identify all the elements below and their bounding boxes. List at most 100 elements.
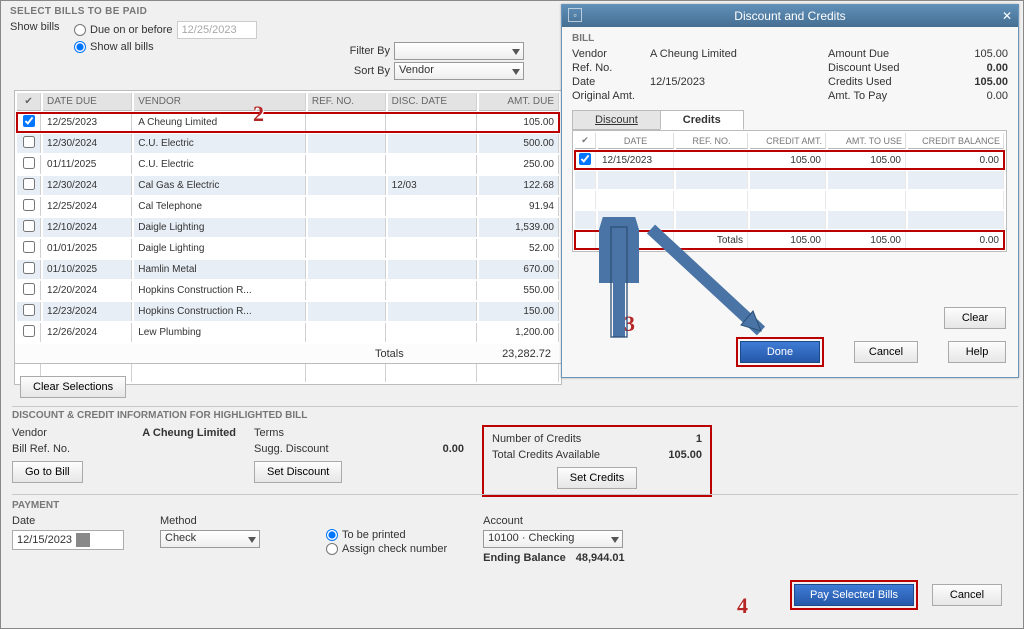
account-combo[interactable]: 10100 · Checking xyxy=(483,530,623,548)
bill-row-checkbox[interactable] xyxy=(23,283,35,295)
bill-row-checkbox[interactable] xyxy=(23,136,35,148)
bill-disc xyxy=(388,302,477,321)
show-all-bills-label: Show all bills xyxy=(90,41,154,53)
dlg-amttopay-label: Amt. To Pay xyxy=(828,90,887,102)
credit-date: 12/15/2023 xyxy=(598,151,674,169)
bill-disc xyxy=(388,197,477,216)
account-label: Account xyxy=(483,515,624,527)
divider xyxy=(12,406,1018,407)
bill-ref xyxy=(308,302,386,321)
table-row[interactable]: 12/25/2024Cal Telephone91.94 xyxy=(17,197,559,216)
calendar-icon[interactable] xyxy=(76,533,90,547)
bill-row-checkbox[interactable] xyxy=(23,325,35,337)
annotation-2: 2 xyxy=(253,101,264,127)
bill-vendor: Hamlin Metal xyxy=(134,260,306,279)
bill-vendor: Hopkins Construction R... xyxy=(134,281,306,300)
sugg-discount-value: 0.00 xyxy=(443,443,464,455)
table-row[interactable]: 12/30/2024C.U. Electric500.00 xyxy=(17,134,559,153)
cancel-button[interactable]: Cancel xyxy=(932,584,1002,606)
due-on-before-label: Due on or before xyxy=(90,24,173,36)
dlg-origamt-label: Original Amt. xyxy=(572,90,644,102)
dialog-done-button[interactable]: Done xyxy=(740,341,820,363)
pay-selected-bills-button[interactable]: Pay Selected Bills xyxy=(794,584,914,606)
to-be-printed-label: To be printed xyxy=(342,529,406,541)
num-credits-value: 1 xyxy=(696,433,702,445)
table-row xyxy=(575,191,1004,209)
table-row[interactable]: 01/10/2025Hamlin Metal670.00 xyxy=(17,260,559,279)
pay-date-input[interactable]: 12/15/2023 xyxy=(12,530,124,550)
table-row[interactable]: 12/26/2024Lew Plumbing1,200.00 xyxy=(17,323,559,342)
due-on-before-date[interactable] xyxy=(177,21,257,39)
bill-amt: 150.00 xyxy=(479,302,559,321)
dialog-clear-button[interactable]: Clear xyxy=(944,307,1006,329)
filter-by-combo[interactable] xyxy=(394,42,524,60)
credit-row-checkbox[interactable] xyxy=(579,153,591,165)
assign-check-radio[interactable] xyxy=(326,543,338,555)
show-bills-label: Show bills xyxy=(10,21,68,33)
to-be-printed-radio[interactable] xyxy=(326,529,338,541)
table-row[interactable]: 12/25/2023A Cheung Limited105.00 xyxy=(17,113,559,132)
set-discount-button[interactable]: Set Discount xyxy=(254,461,342,483)
bill-row-checkbox[interactable] xyxy=(23,304,35,316)
annotation-3: 3 xyxy=(624,311,635,337)
dlg-date-label: Date xyxy=(572,76,644,88)
dc-title: DISCOUNT & CREDIT INFORMATION FOR HIGHLI… xyxy=(12,410,1002,421)
tab-discount[interactable]: Discount xyxy=(572,110,661,130)
dialog-cancel-button[interactable]: Cancel xyxy=(854,341,918,363)
table-row[interactable]: 12/15/2023105.00105.000.00 xyxy=(575,151,1004,169)
tab-credits[interactable]: Credits xyxy=(660,110,744,130)
bill-disc: 12/03 xyxy=(388,176,477,195)
bill-row-checkbox[interactable] xyxy=(23,115,35,127)
dlg-amttopay-value: 0.00 xyxy=(987,90,1008,102)
table-row[interactable]: 01/11/2025C.U. Electric250.00 xyxy=(17,155,559,174)
ending-balance-label: Ending Balance xyxy=(483,552,566,564)
show-all-bills-radio[interactable] xyxy=(74,41,86,53)
dlg-discused-value: 0.00 xyxy=(987,62,1008,74)
bill-disc xyxy=(388,281,477,300)
dialog-titlebar[interactable]: ▫ Discount and Credits ✕ xyxy=(562,5,1018,27)
table-row[interactable]: 12/10/2024Daigle Lighting1,539.00 xyxy=(17,218,559,237)
bill-amt: 250.00 xyxy=(479,155,559,174)
due-on-before-radio[interactable] xyxy=(74,24,86,36)
table-row[interactable]: 12/23/2024Hopkins Construction R...150.0… xyxy=(17,302,559,321)
bill-vendor: C.U. Electric xyxy=(134,134,306,153)
bills-table-header: ✔ DATE DUE VENDOR REF. NO. DISC. DATE AM… xyxy=(17,93,559,111)
bill-disc xyxy=(388,239,477,258)
bill-vendor: Hopkins Construction R... xyxy=(134,302,306,321)
credit-ref xyxy=(676,151,748,169)
set-credits-button[interactable]: Set Credits xyxy=(557,467,637,489)
bill-row-checkbox[interactable] xyxy=(23,220,35,232)
bill-disc xyxy=(388,323,477,342)
bill-vendor: Lew Plumbing xyxy=(134,323,306,342)
bill-row-checkbox[interactable] xyxy=(23,241,35,253)
bill-row-checkbox[interactable] xyxy=(23,178,35,190)
close-icon[interactable]: ✕ xyxy=(1002,9,1012,23)
dialog-title: Discount and Credits xyxy=(734,9,845,23)
dialog-help-button[interactable]: Help xyxy=(948,341,1006,363)
table-row[interactable]: 12/30/2024Cal Gas & Electric12/03122.68 xyxy=(17,176,559,195)
bill-row-checkbox[interactable] xyxy=(23,157,35,169)
credit-bal: 0.00 xyxy=(908,151,1004,169)
bill-date: 12/26/2024 xyxy=(43,323,132,342)
bills-totals: Totals 23,282.72 xyxy=(14,344,562,364)
bill-vendor: A Cheung Limited xyxy=(134,113,306,132)
pay-method-label: Method xyxy=(160,515,290,527)
bill-vendor: Cal Telephone xyxy=(134,197,306,216)
bill-ref xyxy=(308,281,386,300)
total-credits-label: Total Credits Available xyxy=(492,449,600,461)
table-row[interactable]: 01/01/2025Daigle Lighting52.00 xyxy=(17,239,559,258)
go-to-bill-button[interactable]: Go to Bill xyxy=(12,461,83,483)
assign-check-label: Assign check number xyxy=(342,543,447,555)
bill-row-checkbox[interactable] xyxy=(23,199,35,211)
table-row[interactable]: 12/20/2024Hopkins Construction R...550.0… xyxy=(17,281,559,300)
sort-by-combo[interactable]: Vendor xyxy=(394,62,524,80)
restore-icon[interactable]: ▫ xyxy=(568,8,582,22)
bill-date: 12/10/2024 xyxy=(43,218,132,237)
bill-disc xyxy=(388,218,477,237)
pay-method-combo[interactable]: Check xyxy=(160,530,260,548)
bill-disc xyxy=(388,155,477,174)
bill-row-checkbox[interactable] xyxy=(23,262,35,274)
clear-selections-button[interactable]: Clear Selections xyxy=(20,376,126,398)
vendor-value: A Cheung Limited xyxy=(142,427,236,439)
annotation-4: 4 xyxy=(737,593,748,619)
